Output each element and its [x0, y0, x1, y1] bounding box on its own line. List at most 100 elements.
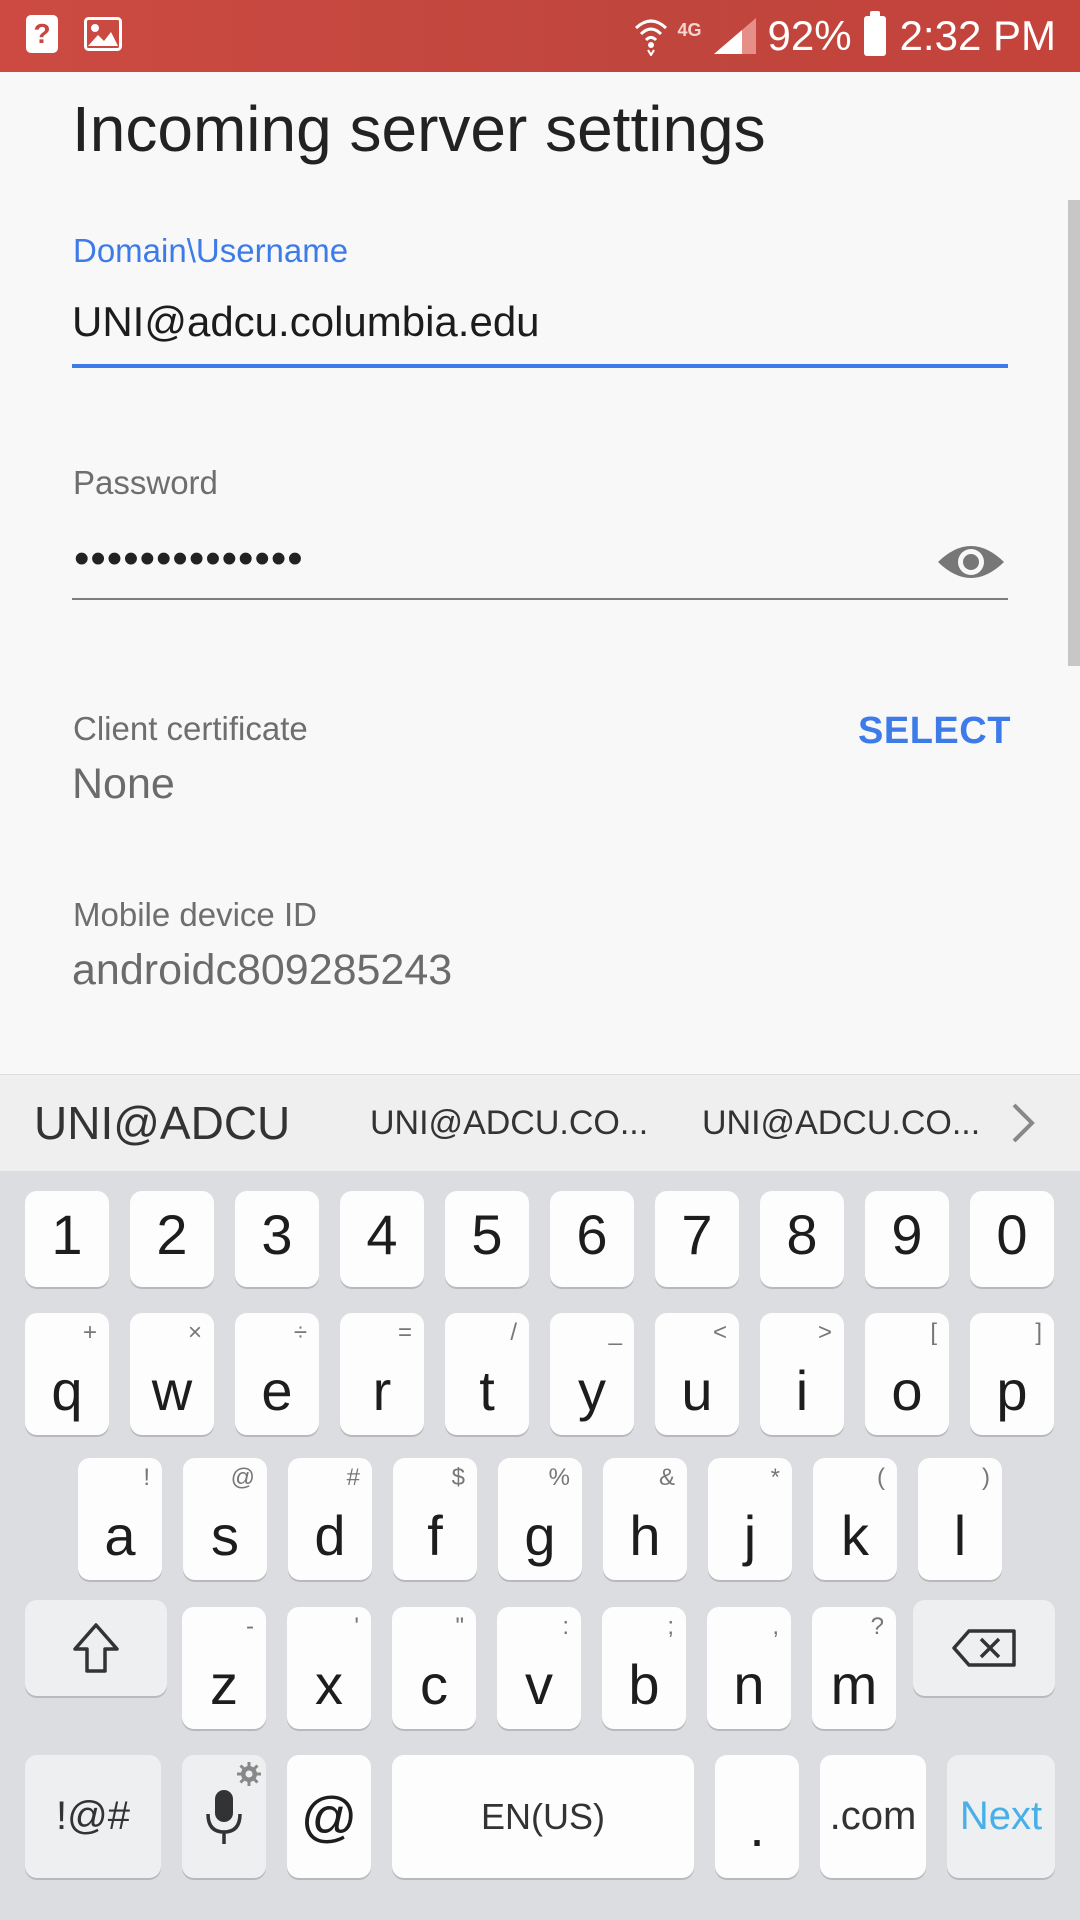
key-l[interactable]: l): [918, 1458, 1002, 1580]
suggestion-1[interactable]: UNI@ADCU: [34, 1075, 290, 1171]
period-key[interactable]: .: [715, 1755, 799, 1878]
password-underline: [72, 598, 1008, 600]
key-secondary-label: <: [712, 1319, 727, 1346]
key-label: y: [578, 1359, 606, 1422]
battery-icon: [863, 11, 886, 56]
key-label: 4: [366, 1203, 398, 1266]
key-label: 7: [681, 1203, 713, 1266]
key-secondary-label: $: [451, 1464, 465, 1491]
key-9[interactable]: 9: [865, 1191, 949, 1287]
microphone-icon: [206, 1789, 242, 1844]
image-notification-icon: [84, 17, 122, 51]
key-j[interactable]: j *: [708, 1458, 792, 1580]
space-key[interactable]: EN(US): [392, 1755, 694, 1878]
key-secondary-label: *: [770, 1464, 780, 1491]
key-h[interactable]: h &: [603, 1458, 687, 1580]
key-7[interactable]: 7: [655, 1191, 739, 1287]
scrollbar[interactable]: [1068, 200, 1080, 666]
key-label: f: [427, 1504, 443, 1567]
key-y[interactable]: y _: [550, 1313, 634, 1435]
next-key[interactable]: Next: [947, 1755, 1055, 1878]
key-e[interactable]: e ÷: [235, 1313, 319, 1435]
key-secondary-label: ]: [1035, 1319, 1042, 1346]
wifi-calling-icon: [634, 19, 667, 56]
key-secondary-label: &: [658, 1464, 675, 1491]
dotcom-key[interactable]: .com: [820, 1755, 926, 1878]
key-a[interactable]: a!: [78, 1458, 162, 1580]
key-label: x: [315, 1653, 343, 1716]
username-underline: [72, 364, 1008, 368]
key-8[interactable]: 8: [760, 1191, 844, 1287]
key-1[interactable]: 1: [25, 1191, 109, 1287]
key-secondary-label: ×: [187, 1319, 202, 1346]
key-secondary-label: [: [930, 1319, 937, 1346]
key-s[interactable]: s @: [183, 1458, 267, 1580]
key-secondary-label: ;: [667, 1613, 674, 1640]
key-o[interactable]: o[: [865, 1313, 949, 1435]
show-password-icon[interactable]: [936, 536, 1006, 588]
key-secondary-label: ÷: [293, 1319, 307, 1346]
key-p[interactable]: p]: [970, 1313, 1054, 1435]
key-g[interactable]: g%: [498, 1458, 582, 1580]
key-secondary-label: ): [982, 1464, 990, 1491]
key-label: z: [210, 1653, 238, 1716]
suggestion-2[interactable]: UNI@ADCU.CO...: [370, 1075, 648, 1171]
mobile-device-id-label: Mobile device ID: [73, 896, 317, 933]
key-label: j: [743, 1504, 757, 1567]
key-z[interactable]: z-: [182, 1607, 266, 1729]
key-k[interactable]: k(: [813, 1458, 897, 1580]
key-f[interactable]: f $: [393, 1458, 477, 1580]
key-4[interactable]: 4: [340, 1191, 424, 1287]
key-i[interactable]: i >: [760, 1313, 844, 1435]
username-label: Domain\Username: [73, 232, 349, 269]
key-label: i: [795, 1359, 809, 1422]
key-secondary-label: =: [397, 1319, 412, 1346]
key-label: 2: [156, 1203, 188, 1266]
key-x[interactable]: x ': [287, 1607, 371, 1729]
suggestion-3[interactable]: UNI@ADCU.CO...: [702, 1075, 980, 1171]
key-secondary-label: ?: [870, 1613, 884, 1640]
key-m[interactable]: m?: [812, 1607, 896, 1729]
key-w[interactable]: w ×: [130, 1313, 214, 1435]
key-label: n: [733, 1653, 765, 1716]
expand-suggestions-icon[interactable]: [1008, 1099, 1038, 1147]
key-label: 3: [261, 1203, 293, 1266]
voice-input-key[interactable]: [182, 1755, 266, 1878]
key-label: m: [830, 1653, 878, 1716]
key-5[interactable]: 5: [445, 1191, 529, 1287]
key-label: l: [953, 1504, 967, 1567]
key-v[interactable]: v:: [497, 1607, 581, 1729]
key-label: 0: [996, 1203, 1028, 1266]
shift-key[interactable]: [25, 1600, 167, 1696]
select-certificate-button[interactable]: SELECT: [858, 710, 1011, 753]
key-secondary-label: @: [230, 1464, 255, 1491]
key-secondary-label: ': [354, 1613, 359, 1640]
key-n[interactable]: n,: [707, 1607, 791, 1729]
key-0[interactable]: 0: [970, 1191, 1054, 1287]
key-u[interactable]: u <: [655, 1313, 739, 1435]
at-key[interactable]: @: [287, 1755, 371, 1878]
key-label: q: [51, 1359, 83, 1422]
backspace-key[interactable]: [913, 1600, 1055, 1696]
key-label: g: [524, 1504, 556, 1567]
key-3[interactable]: 3: [235, 1191, 319, 1287]
shift-icon: [73, 1623, 119, 1673]
battery-percent: 92%: [767, 12, 852, 59]
cell-signal-icon: [713, 18, 756, 54]
settings-gear-icon: [237, 1762, 261, 1786]
key-2[interactable]: 2: [130, 1191, 214, 1287]
key-q[interactable]: q +: [25, 1313, 109, 1435]
password-field[interactable]: ••••••••••••••: [74, 534, 304, 584]
key-label: w: [151, 1359, 193, 1422]
key-c[interactable]: c ": [392, 1607, 476, 1729]
key-secondary-label: !: [143, 1464, 150, 1491]
key-t[interactable]: t /: [445, 1313, 529, 1435]
help-notification-icon: ?: [26, 15, 58, 53]
key-label: t: [479, 1359, 495, 1422]
key-r[interactable]: r =: [340, 1313, 424, 1435]
key-6[interactable]: 6: [550, 1191, 634, 1287]
key-b[interactable]: b;: [602, 1607, 686, 1729]
symbols-key[interactable]: !@#: [25, 1755, 161, 1878]
key-d[interactable]: d #: [288, 1458, 372, 1580]
username-field[interactable]: UNI@adcu.columbia.edu: [72, 298, 540, 346]
